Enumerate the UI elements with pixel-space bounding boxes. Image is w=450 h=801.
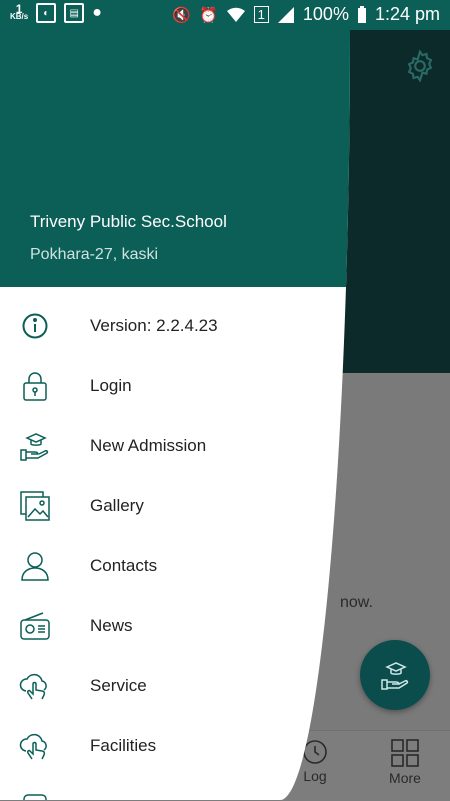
- menu-item-label: Gallery: [90, 496, 144, 515]
- nav-more-label: More: [389, 770, 421, 786]
- gallery-icon: [18, 489, 52, 523]
- menu-item-contacts[interactable]: Contacts: [0, 536, 350, 596]
- cloud-hand-icon: [18, 729, 52, 763]
- navigation-drawer: Triveny Public Sec.School Pokhara-27, ka…: [0, 30, 350, 800]
- notification-alert-icon: ●: [92, 4, 102, 21]
- menu-item-label: New Admission: [90, 436, 207, 455]
- notification-news-icon: ▤: [64, 3, 85, 23]
- menu-item-label: Login: [90, 376, 132, 395]
- battery-level: 100%: [302, 4, 349, 24]
- drawer-menu: Version: 2.2.4.23 Login New Admission Ga…: [0, 296, 350, 800]
- lock-icon: [18, 369, 52, 403]
- gear-icon: [407, 49, 433, 83]
- battery-icon: [357, 5, 366, 23]
- menu-item-label: Facilities: [90, 736, 157, 755]
- status-bar: 1 KB/s ◐ ▤ ● 🔇 ⏰ 1 100% 1:24 pm: [0, 0, 450, 30]
- menu-item-login[interactable]: Login: [0, 356, 350, 416]
- menu-item-service[interactable]: Service: [0, 656, 350, 716]
- network-speed-unit: KB/s: [10, 12, 29, 21]
- menu-item-facilities[interactable]: Facilities: [0, 716, 350, 776]
- nav-more[interactable]: More: [370, 738, 440, 786]
- menu-item-gallery[interactable]: Gallery: [0, 476, 350, 536]
- menu-item-label: Version: 2.2.4.23: [90, 316, 218, 335]
- settings-button[interactable]: [402, 48, 438, 84]
- drawer-header: Triveny Public Sec.School Pokhara-27, ka…: [0, 30, 350, 287]
- network-speed: 1 KB/s: [10, 3, 29, 21]
- heart-icon: [18, 789, 52, 800]
- signal-icon: [277, 6, 294, 23]
- school-name: Triveny Public Sec.School: [30, 212, 227, 231]
- cloud-hand-icon: [18, 669, 52, 703]
- notification-app-icon: ◐: [36, 3, 57, 23]
- menu-item-label: Contacts: [90, 556, 158, 575]
- menu-item-label: Service: [90, 676, 147, 695]
- grid-icon: [391, 739, 419, 767]
- status-left: 1 KB/s ◐ ▤ ●: [10, 3, 102, 23]
- sim-icon: 1: [253, 6, 269, 23]
- person-icon: [18, 549, 52, 583]
- graduation-hand-icon: [381, 662, 409, 690]
- graduation-hand-icon: [18, 429, 52, 463]
- info-icon: [18, 309, 52, 343]
- menu-item-version[interactable]: Version: 2.2.4.23: [0, 296, 350, 356]
- menu-item-new-admission[interactable]: New Admission: [0, 416, 350, 476]
- menu-item-news[interactable]: News: [0, 596, 350, 656]
- clock-time: 1:24 pm: [374, 4, 440, 24]
- radio-icon: [18, 609, 52, 643]
- menu-item-label: News: [90, 616, 133, 635]
- school-address: Pokhara-27, kaski: [30, 246, 159, 263]
- menu-item-more[interactable]: [0, 776, 350, 800]
- alarm-icon: ⏰: [198, 6, 218, 24]
- status-right: 🔇 ⏰ 1 100% 1:24 pm: [172, 4, 440, 25]
- admission-fab[interactable]: [360, 640, 430, 710]
- mute-icon: 🔇: [172, 6, 191, 24]
- wifi-icon: [226, 7, 245, 22]
